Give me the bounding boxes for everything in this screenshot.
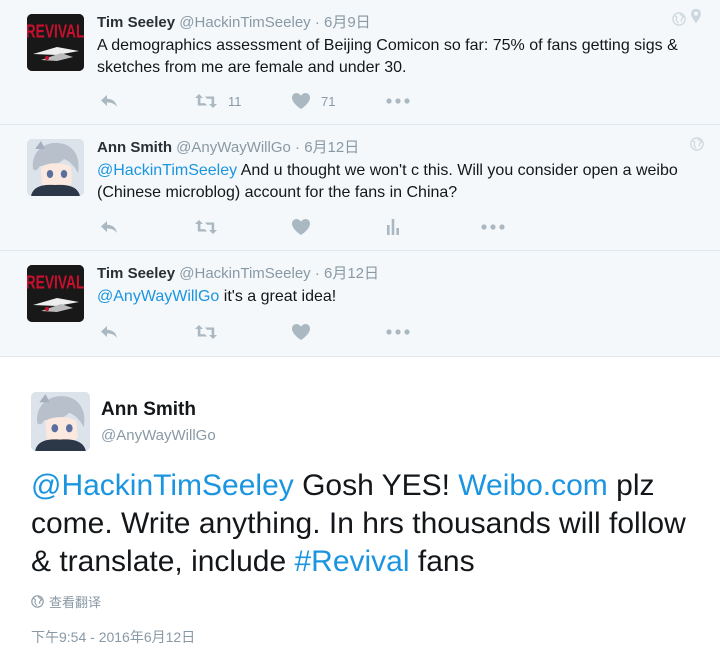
- tweet-header: Tim Seeley @HackinTimSeeley · 6月12日: [97, 262, 379, 283]
- avatar[interactable]: [27, 265, 84, 322]
- tweet-text-part: fans: [409, 545, 475, 578]
- author-handle[interactable]: @AnyWayWillGo: [101, 427, 216, 444]
- revival-logo-icon: [27, 14, 84, 71]
- tweet-text-content: it's a great idea!: [219, 288, 337, 305]
- tweet-header: Ann Smith @AnyWayWillGo · 6月12日: [97, 136, 359, 157]
- tweet-date[interactable]: · 6月12日: [295, 139, 359, 156]
- revival-logo-icon: [27, 265, 84, 322]
- reply-icon: [99, 219, 119, 235]
- avatar[interactable]: [27, 139, 84, 196]
- tweet-header: Tim Seeley @HackinTimSeeley · 6月9日: [97, 11, 371, 32]
- more-icon: [481, 224, 505, 230]
- retweet-count: 11: [228, 93, 242, 109]
- like-icon: [291, 323, 311, 341]
- retweet-icon: [194, 324, 218, 340]
- hashtag-link[interactable]: #Revival: [294, 545, 409, 578]
- conversation-tweet[interactable]: Tim Seeley @HackinTimSeeley · 6月9日 A dem…: [0, 0, 720, 125]
- reply-icon: [99, 324, 119, 340]
- conversation-tweet[interactable]: Tim Seeley @HackinTimSeeley · 6月12日 @Any…: [0, 251, 720, 357]
- like-count: 71: [321, 93, 336, 109]
- tweet-date[interactable]: · 6月12日: [315, 265, 379, 282]
- author-name[interactable]: Tim Seeley: [97, 14, 175, 31]
- mention-link[interactable]: @AnyWayWillGo: [97, 288, 219, 305]
- like-icon: [291, 92, 311, 110]
- reply-button[interactable]: [99, 91, 119, 111]
- tweet-text: @HackinTimSeeley Gosh YES! Weibo.com plz…: [31, 467, 691, 581]
- globe-icon: [690, 137, 704, 151]
- reply-button[interactable]: [99, 217, 119, 237]
- author-handle[interactable]: @AnyWayWillGo: [176, 139, 291, 156]
- author-handle[interactable]: @HackinTimSeeley: [179, 14, 310, 31]
- reply-button[interactable]: [99, 322, 119, 342]
- analytics-icon: [386, 218, 400, 236]
- avatar[interactable]: [27, 14, 84, 71]
- more-button[interactable]: [481, 217, 505, 237]
- anime-avatar-icon: [31, 392, 90, 451]
- tweet-text-part: Gosh YES!: [293, 469, 459, 502]
- like-button[interactable]: 71: [291, 91, 335, 111]
- retweet-icon: [194, 93, 218, 109]
- more-icon: [386, 98, 410, 104]
- translate-label: 查看翻译: [49, 595, 102, 610]
- translate-button[interactable]: 查看翻译: [31, 592, 101, 611]
- tweet-text: @AnyWayWillGo it's a great idea!: [97, 286, 687, 308]
- tweet-timestamp[interactable]: 下午9:54 - 2016年6月12日: [31, 627, 195, 647]
- retweet-button[interactable]: [194, 322, 218, 342]
- like-button[interactable]: [291, 322, 311, 342]
- more-icon: [386, 329, 410, 335]
- like-button[interactable]: [291, 217, 311, 237]
- author-name[interactable]: Ann Smith: [101, 399, 196, 421]
- retweet-icon: [194, 219, 218, 235]
- main-tweet: Ann Smith @AnyWayWillGo @HackinTimSeeley…: [0, 357, 720, 652]
- tweet-text: @HackinTimSeeley And u thought we won't …: [97, 160, 687, 204]
- globe-icon: [31, 595, 44, 608]
- author-name[interactable]: Ann Smith: [97, 139, 172, 156]
- tweet-date[interactable]: · 6月9日: [315, 14, 371, 31]
- author-name[interactable]: Tim Seeley: [97, 265, 175, 282]
- like-icon: [291, 218, 311, 236]
- globe-icon: [672, 12, 686, 26]
- url-link[interactable]: Weibo.com: [458, 469, 608, 502]
- tweet-text: A demographics assessment of Beijing Com…: [97, 37, 678, 76]
- author-handle[interactable]: @HackinTimSeeley: [179, 265, 310, 282]
- more-button[interactable]: [386, 322, 410, 342]
- analytics-button[interactable]: [386, 217, 400, 237]
- retweet-button[interactable]: 11: [194, 91, 242, 111]
- more-button[interactable]: [386, 91, 410, 111]
- avatar[interactable]: [31, 392, 90, 451]
- retweet-button[interactable]: [194, 217, 218, 237]
- location-pin-icon[interactable]: [689, 8, 703, 24]
- conversation-tweet[interactable]: Ann Smith @AnyWayWillGo · 6月12日 @HackinT…: [0, 125, 720, 251]
- anime-avatar-icon: [27, 139, 84, 196]
- mention-link[interactable]: @HackinTimSeeley: [31, 469, 294, 502]
- reply-icon: [99, 93, 119, 109]
- mention-link[interactable]: @HackinTimSeeley: [97, 162, 237, 179]
